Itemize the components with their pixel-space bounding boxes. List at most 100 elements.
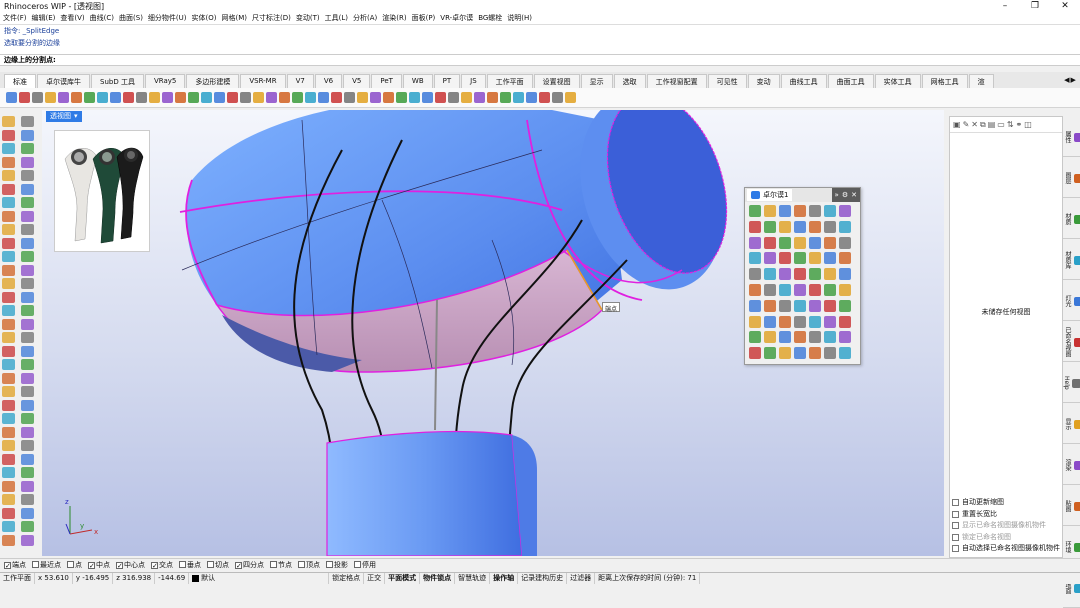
toolbar-tool-icon[interactable] [45, 92, 56, 103]
left-tool-icon[interactable] [2, 467, 15, 478]
tab-item[interactable]: 工作平面 [486, 74, 533, 88]
toolbar-tool-icon[interactable] [266, 92, 277, 103]
save-view-icon[interactable]: ▣ [953, 120, 961, 129]
panel-tool-icon[interactable] [809, 252, 821, 265]
panel-tool-icon[interactable] [794, 283, 806, 296]
left-tool-icon[interactable] [2, 305, 15, 316]
tab-item[interactable]: WB [402, 74, 433, 88]
toolbar-tool-icon[interactable] [214, 92, 225, 103]
toolbar-tool-icon[interactable] [448, 92, 459, 103]
maximize-icon[interactable]: ❐ [1020, 0, 1050, 12]
option-checkbox[interactable] [952, 510, 959, 518]
left-tool-icon[interactable] [21, 129, 34, 141]
left-tool-icon[interactable] [2, 143, 15, 154]
panel-tool-icon[interactable] [794, 299, 806, 312]
panel-tool-icon[interactable] [764, 299, 776, 312]
floating-panel-controls[interactable]: » ⚙ ✕ [831, 188, 860, 202]
tab-item[interactable]: 曲线工具 [780, 74, 827, 88]
panel-tool-icon[interactable] [824, 236, 836, 249]
osnap-option[interactable]: 点 [67, 560, 82, 570]
panel-tool-icon[interactable] [779, 205, 791, 217]
left-tool-icon[interactable] [2, 372, 15, 384]
left-tool-icon[interactable] [2, 318, 15, 330]
toolbar-tool-icon[interactable] [396, 92, 407, 103]
toolbar-tool-icon[interactable] [357, 92, 368, 103]
panel-tool-icon[interactable] [764, 347, 776, 360]
toolbar-tool-icon[interactable] [84, 92, 95, 103]
left-tool-icon[interactable] [2, 210, 15, 222]
panel-tool-icon[interactable] [794, 220, 806, 233]
sort-icon[interactable]: ⇅ [1007, 120, 1014, 129]
toolbar-tool-icon[interactable] [461, 92, 472, 103]
osnap-checkbox[interactable] [354, 561, 361, 568]
osnap-option[interactable]: 顶点 [298, 560, 320, 570]
osnap-option[interactable]: 四分点 [235, 560, 264, 570]
left-tool-icon[interactable] [21, 332, 34, 343]
panel-tool-icon[interactable] [749, 268, 761, 281]
left-tool-icon[interactable] [21, 183, 34, 195]
toolbar-tool-icon[interactable] [19, 92, 30, 103]
chevron-left-icon[interactable]: ◀ [1064, 76, 1069, 84]
status-layer[interactable]: 默认 [189, 573, 330, 584]
tab-item[interactable]: 工作视窗配置 [646, 74, 707, 88]
panel-tool-icon[interactable] [779, 236, 791, 249]
osnap-checkbox[interactable] [270, 561, 277, 568]
panel-tool-icon[interactable] [839, 347, 851, 360]
left-tool-icon[interactable] [21, 210, 34, 222]
panel-tool-icon[interactable] [794, 331, 806, 344]
left-tool-icon[interactable] [2, 116, 15, 127]
toolbar-tool-icon[interactable] [552, 92, 563, 103]
tab-item[interactable]: 网格工具 [921, 74, 968, 88]
left-tool-icon[interactable] [21, 291, 34, 303]
panel-tool-icon[interactable] [794, 347, 806, 360]
panel-tool-icon[interactable] [764, 236, 776, 249]
menu-item[interactable]: BG螺栓 [478, 13, 502, 23]
tab-item[interactable]: 选取 [613, 74, 646, 88]
panel-tool-icon[interactable] [779, 268, 791, 281]
panel-tool-icon[interactable] [779, 220, 791, 233]
panel-tool-icon[interactable] [779, 283, 791, 296]
panel-tool-icon[interactable] [809, 236, 821, 249]
side-tab[interactable]: 材质库 [1063, 239, 1080, 280]
left-tool-icon[interactable] [2, 251, 15, 262]
status-toggle[interactable]: 锁定格点 [329, 573, 365, 584]
toolbar-tool-icon[interactable] [123, 92, 134, 103]
panel-tool-icon[interactable] [839, 315, 851, 328]
toolbar-tool-icon[interactable] [240, 92, 251, 103]
toolbar-tool-icon[interactable] [318, 92, 329, 103]
left-tool-icon[interactable] [2, 426, 15, 438]
toolbar-tool-icon[interactable] [383, 92, 394, 103]
toolbar-tool-icon[interactable] [526, 92, 537, 103]
menu-item[interactable]: 网格(M) [222, 13, 248, 23]
osnap-checkbox[interactable] [235, 562, 242, 569]
panel-tool-icon[interactable] [779, 347, 791, 360]
left-tool-icon[interactable] [21, 453, 34, 465]
left-tool-icon[interactable] [21, 426, 34, 438]
toolbar-tool-icon[interactable] [58, 92, 69, 103]
left-tool-icon[interactable] [21, 116, 34, 127]
panel-tool-icon[interactable] [839, 331, 851, 344]
panel-tool-icon[interactable] [749, 205, 761, 217]
osnap-option[interactable]: 投影 [326, 560, 348, 570]
left-tool-icon[interactable] [2, 507, 15, 519]
left-tool-icon[interactable] [2, 480, 15, 492]
panel-tool-icon[interactable] [794, 268, 806, 281]
panel-tool-icon[interactable] [839, 252, 851, 265]
delete-icon[interactable]: ✕ [971, 120, 978, 129]
panel-tool-icon[interactable] [839, 205, 851, 217]
menu-item[interactable]: 工具(L) [325, 13, 348, 23]
panel-tool-icon[interactable] [809, 283, 821, 296]
panel-tool-icon[interactable] [824, 331, 836, 344]
panel-tool-icon[interactable] [749, 315, 761, 328]
menu-item[interactable]: 实体(O) [192, 13, 217, 23]
toolbar-tool-icon[interactable] [110, 92, 121, 103]
toolbar-tool-icon[interactable] [409, 92, 420, 103]
toolbar-tool-icon[interactable] [175, 92, 186, 103]
side-tab[interactable]: 显示 [1063, 403, 1080, 444]
menu-item[interactable]: 曲面(S) [119, 13, 143, 23]
panel-tool-icon[interactable] [809, 220, 821, 233]
option-checkbox[interactable] [952, 499, 959, 507]
left-tool-icon[interactable] [2, 359, 15, 370]
toolbar-tool-icon[interactable] [539, 92, 550, 103]
tab-item[interactable]: VRay5 [144, 74, 186, 88]
